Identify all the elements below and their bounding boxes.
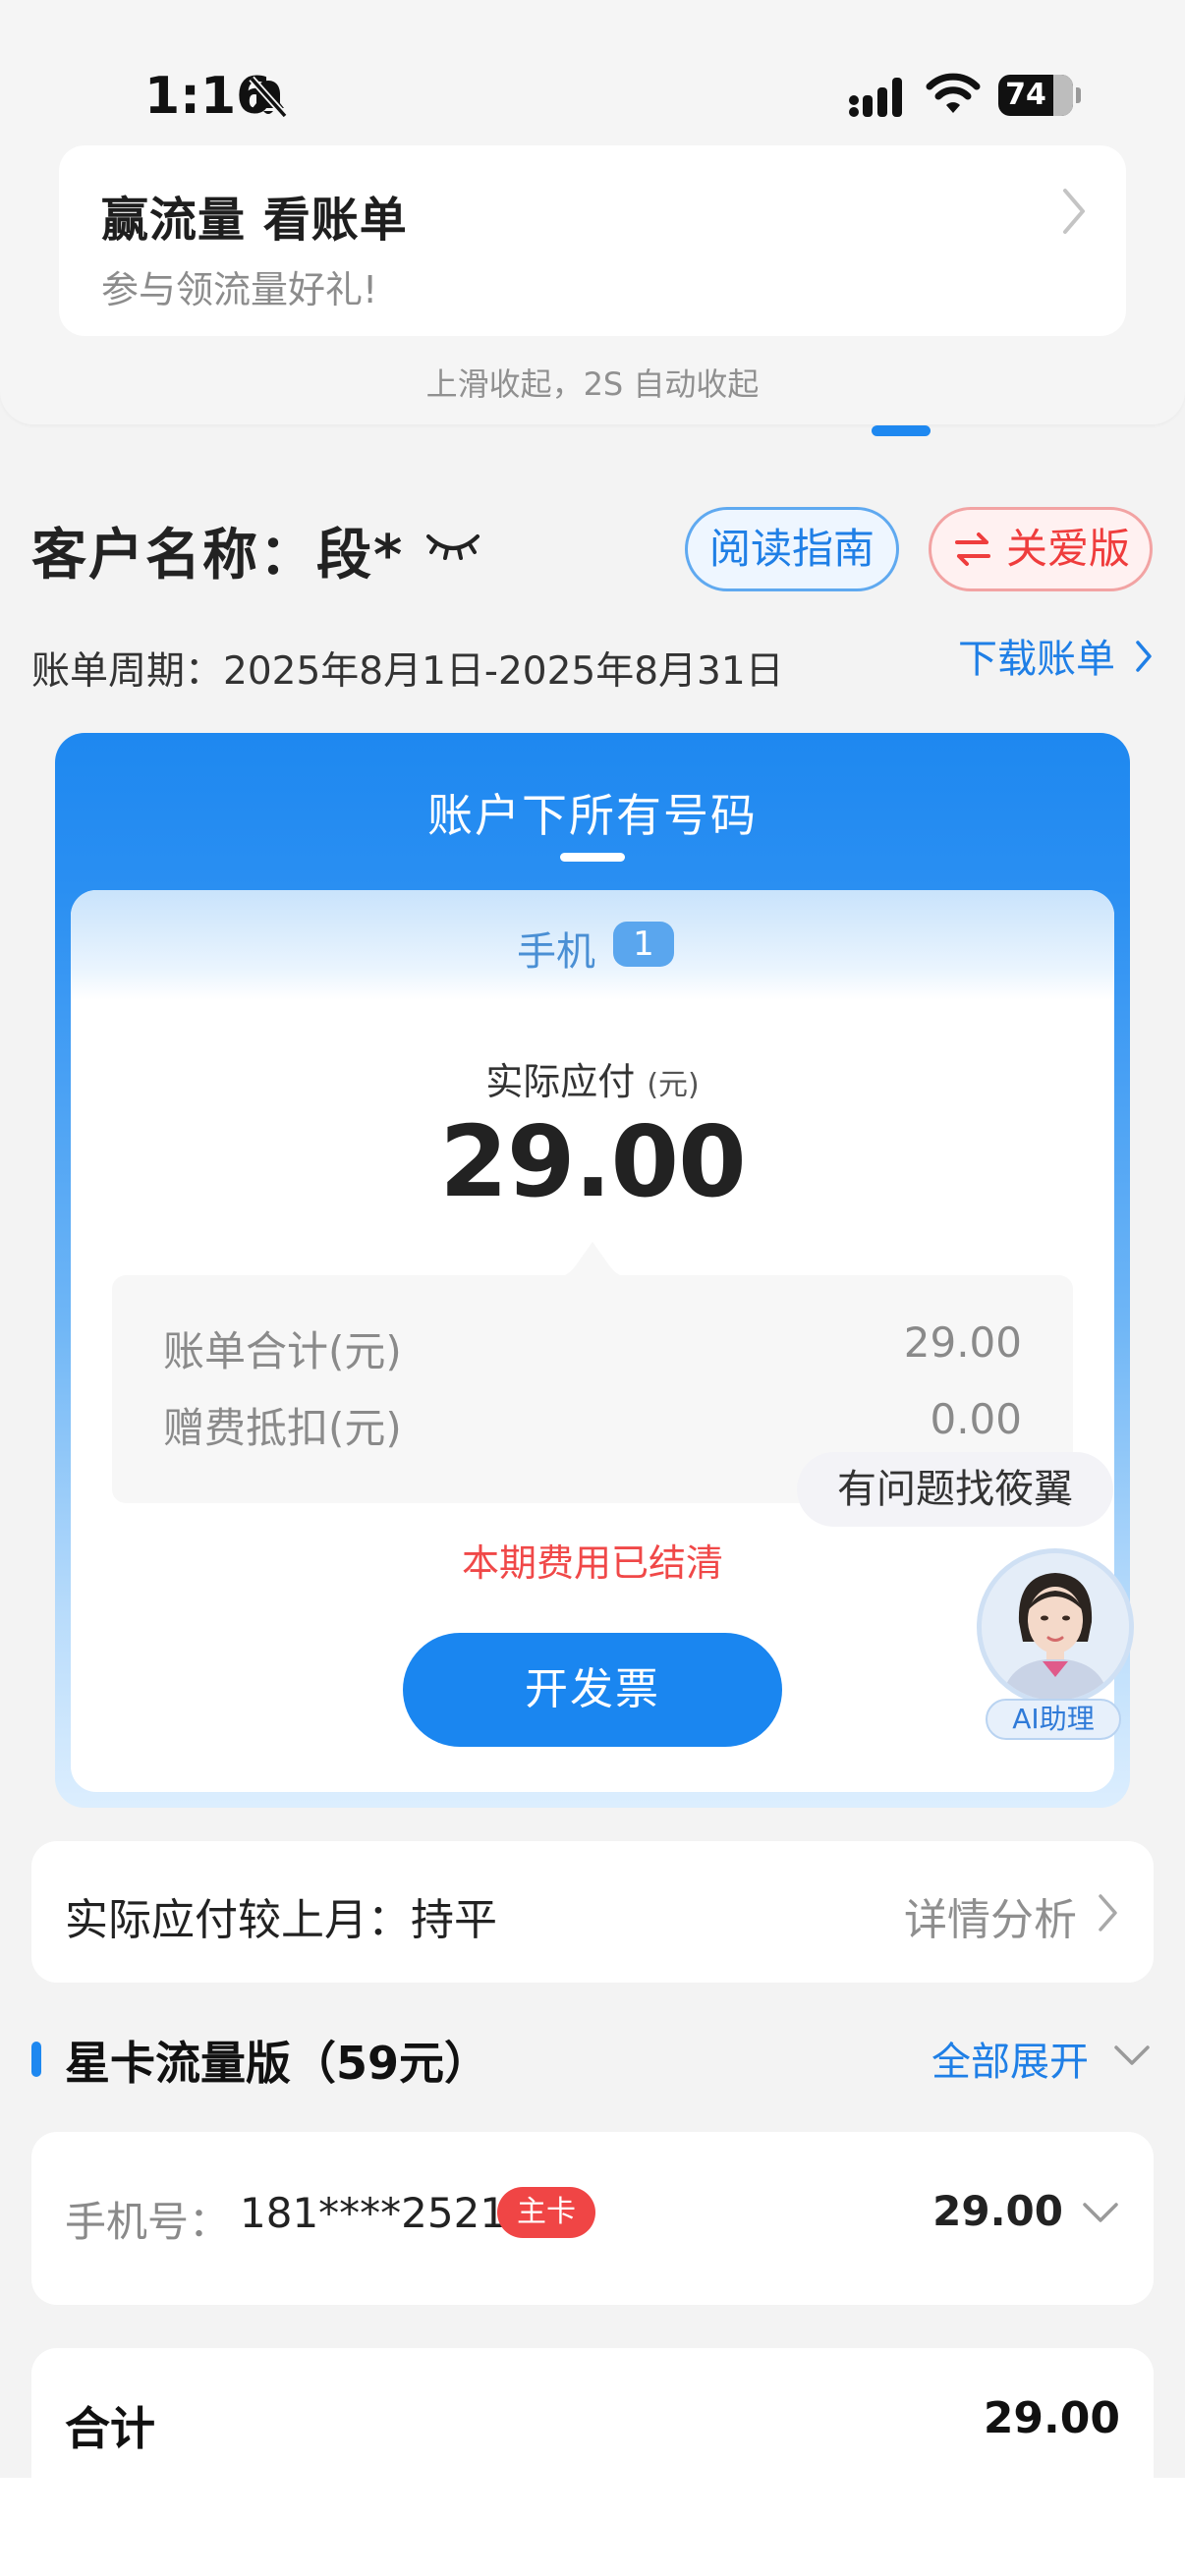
download-bill-link[interactable]: 下载账单 [958,627,1115,684]
breakdown-label: 账单合计(元) [163,1327,402,1375]
phone-label: 手机号： [65,2198,231,2246]
breakdown-value: 0.00 [930,1395,1022,1443]
battery-indicator: 74 [998,75,1081,118]
care-mode-label: 关爱版 [1006,525,1131,573]
amount-due-text: 实际应付 [485,1060,636,1103]
breakdown-label: 赠费抵扣(元) [163,1404,402,1452]
tab-phone[interactable]: 手机 [517,920,595,977]
breakdown-pointer [548,1242,637,1279]
status-bar: 1:16 74 [0,59,1185,138]
battery-empty-portion [1053,75,1073,116]
breakdown-row: 赠费抵扣(元) 0.00 [163,1395,1022,1455]
chevron-down-icon[interactable] [1112,2044,1152,2067]
phone-amount: 29.00 [932,2187,1063,2235]
promo-title: 赢流量 看账单 [101,193,408,248]
amount-due-unit: (元) [647,1068,700,1102]
assistant-bubble[interactable]: 有问题找筱翼 [797,1452,1113,1527]
device-tab-bar: 手机 1 [71,890,1114,1000]
swap-icon [955,532,990,566]
promo-subtitle: 参与领流量好礼! [101,268,378,311]
assistant-portrait [982,1553,1129,1701]
battery-tip [1076,87,1081,103]
bill-detail-panel: 手机 1 实际应付 (元) 29.00 账单合计(元) 29.00 赠费抵扣(元… [71,890,1114,1792]
bell-muted-icon [249,76,288,119]
battery-body: 74 [998,75,1073,116]
phone-line-row[interactable]: 手机号： 181****2521 主卡 29.00 [31,2132,1154,2305]
bill-page: 1:16 74 赢流量 看账单 参与领流量好礼! 上滑收起，2S 自动收起 客户… [0,0,1185,2576]
month-compare-label: 实际应付较上月：持平 [65,1895,497,1945]
care-mode-button[interactable]: 关爱版 [929,507,1153,591]
month-compare-card[interactable]: 实际应付较上月：持平 详情分析 [31,1841,1154,1983]
breakdown-value: 29.00 [903,1318,1022,1367]
bill-summary-card: 账户下所有号码 手机 1 实际应付 (元) 29.00 账单合计(元) 29.0… [55,733,1130,1808]
tab-count-badge: 1 [613,922,674,967]
eye-closed-icon[interactable] [424,527,481,566]
chevron-right-icon [1063,189,1085,234]
total-amount: 29.00 [983,2393,1120,2443]
bottom-safe-area [0,2478,1185,2576]
top-banner-zone: 1:16 74 赢流量 看账单 参与领流量好礼! 上滑收起，2S 自动收起 [0,0,1185,424]
issue-invoice-button[interactable]: 开发票 [403,1633,782,1747]
wifi-icon [926,73,981,113]
expand-all-link[interactable]: 全部展开 [931,2030,1089,2087]
paid-status: 本期费用已结清 [461,1541,723,1585]
breakdown-row: 账单合计(元) 29.00 [163,1318,1022,1378]
detail-analysis-link[interactable]: 详情分析 [904,1884,1077,1947]
chevron-right-icon [1136,641,1152,672]
active-tab-indicator [560,853,625,862]
phone-number: 181****2521 [240,2189,507,2237]
chevron-right-icon [1099,1894,1117,1932]
amount-due-label: 实际应付 (元) [71,1051,1114,1105]
promo-card[interactable]: 赢流量 看账单 参与领流量好礼! [59,145,1126,336]
reading-guide-button[interactable]: 阅读指南 [685,507,899,591]
total-label: 合计 [65,2402,155,2455]
amount-due-value: 29.00 [439,1104,746,1219]
customer-name: 客户名称：段* [31,524,405,588]
card-title[interactable]: 账户下所有号码 [55,780,1130,845]
battery-level: 74 [1005,78,1046,112]
chevron-down-icon [1083,2203,1118,2222]
section-marker [31,2042,41,2077]
collapse-hint: 上滑收起，2S 自动收起 [425,365,760,403]
assistant-avatar[interactable] [977,1548,1134,1706]
billing-period: 账单周期：2025年8月1日-2025年8月31日 [31,649,784,694]
assistant-tag: AI助理 [986,1699,1121,1740]
main-card-badge: 主卡 [497,2187,595,2238]
page-indicator [872,425,931,436]
plan-title: 星卡流量版（59元） [65,2037,490,2090]
cellular-signal-icon [849,78,902,117]
